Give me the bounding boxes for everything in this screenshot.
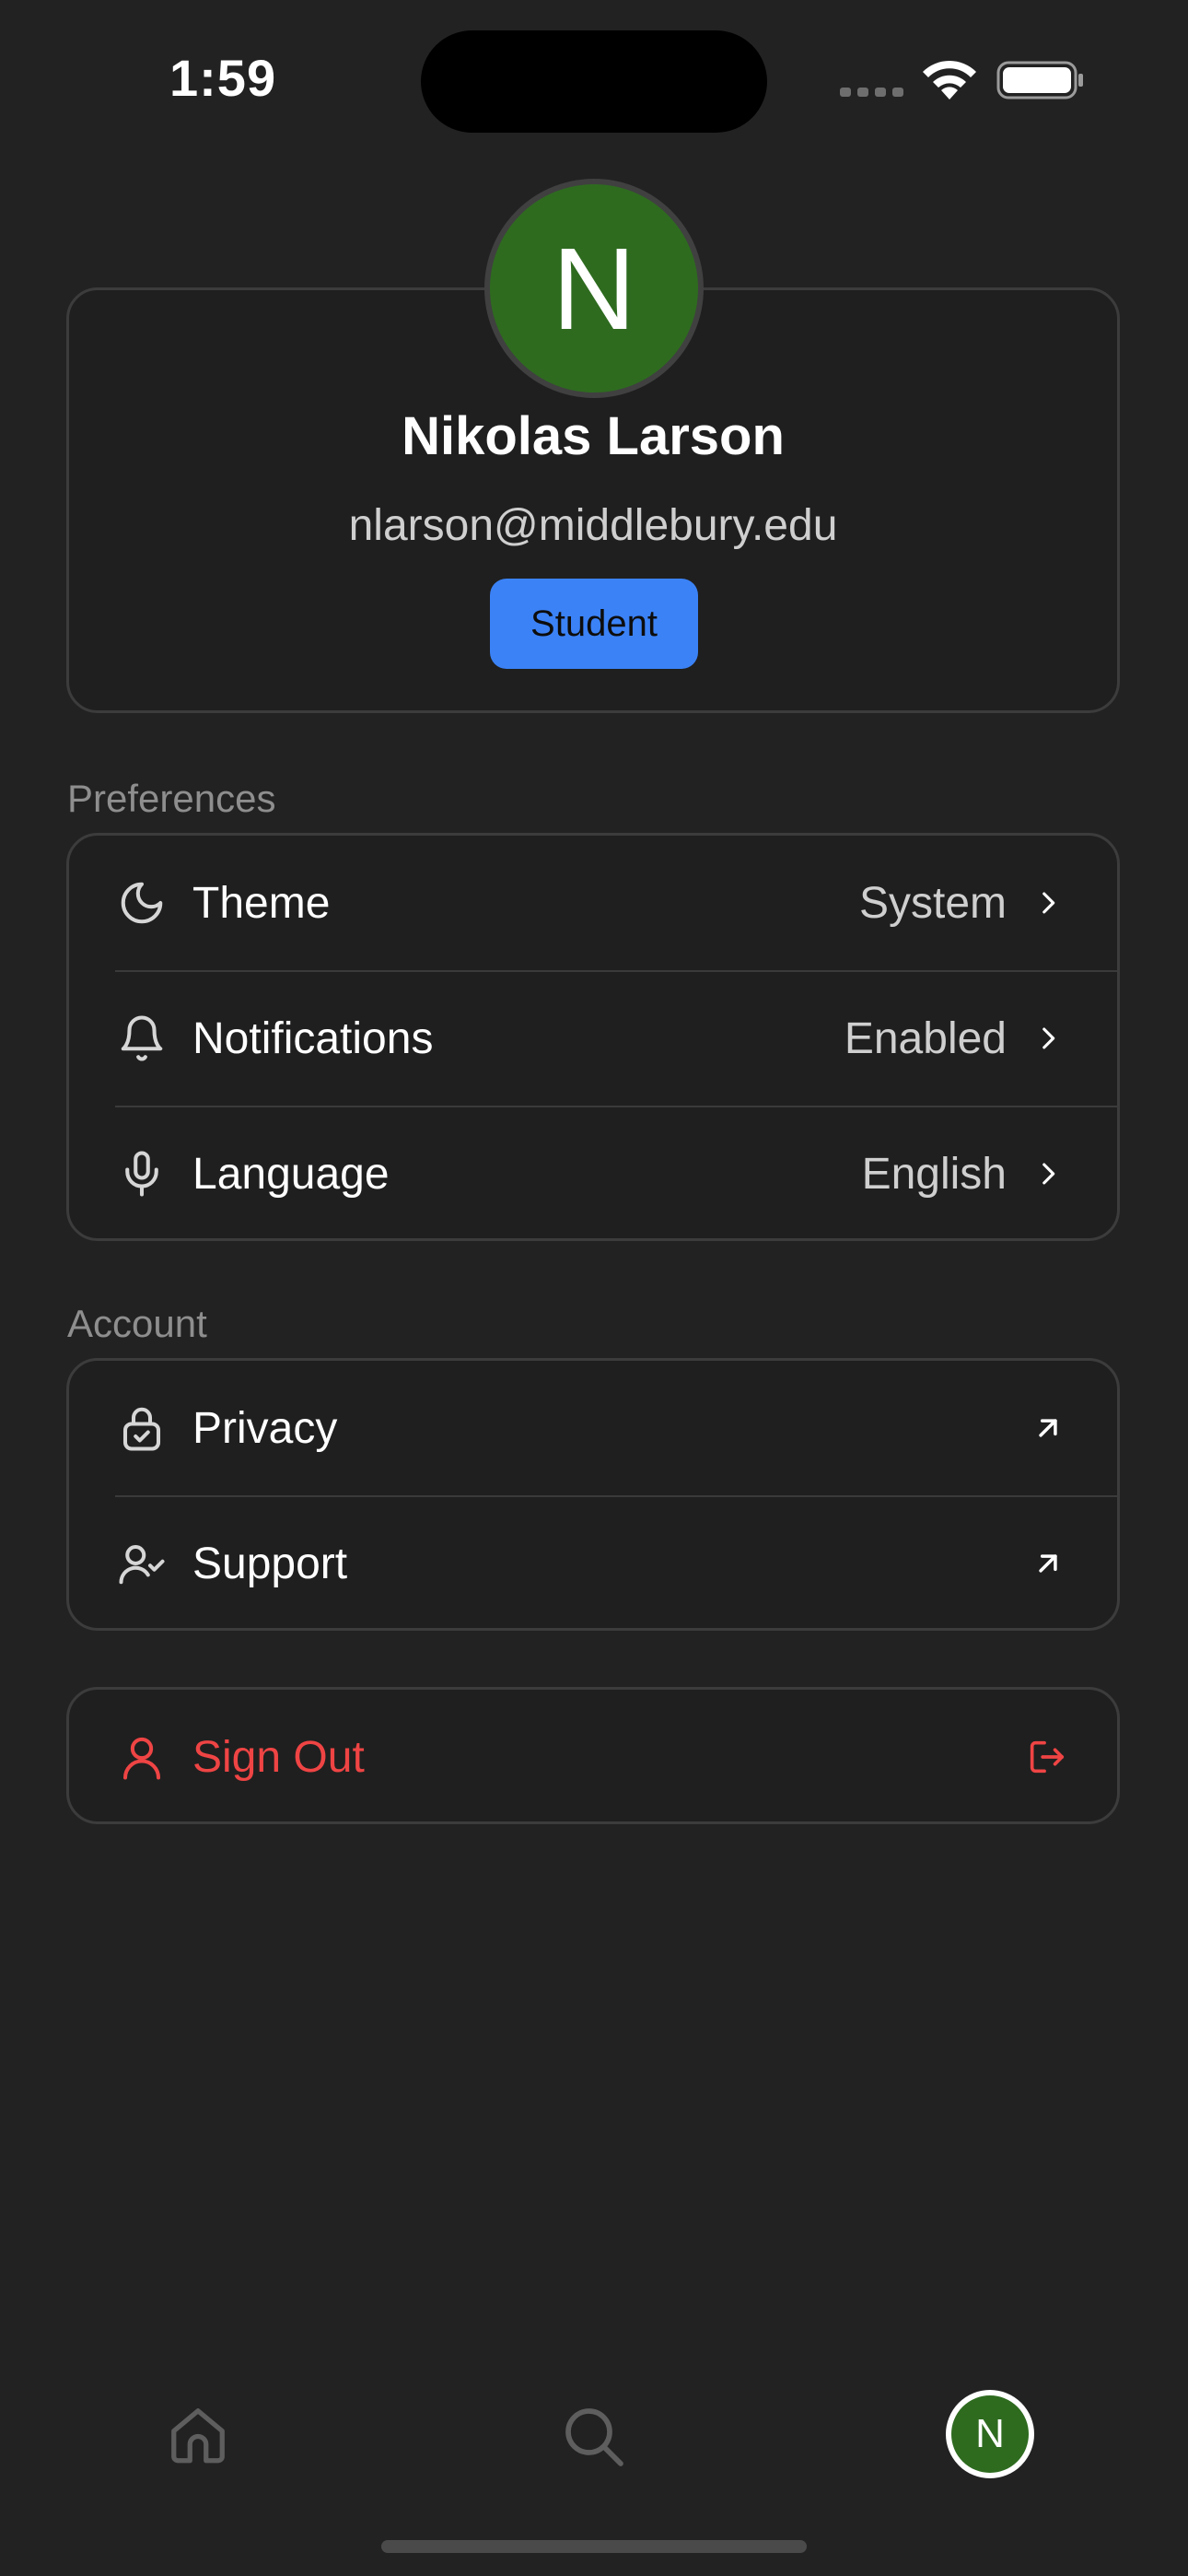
account-row-privacy[interactable]: Privacy	[69, 1361, 1117, 1496]
microphone-icon	[125, 1151, 158, 1197]
role-badge: Student	[490, 579, 698, 669]
language-label: Language	[192, 1150, 390, 1199]
moon-icon	[121, 882, 163, 924]
preferences-section-label: Preferences	[67, 777, 276, 820]
chevron-right-icon	[1042, 1027, 1055, 1049]
chevron-right-icon	[1042, 1163, 1055, 1185]
signal-icon	[840, 88, 903, 97]
user-check-icon	[119, 1544, 165, 1585]
chevron-right-icon	[1042, 892, 1055, 914]
bell-icon	[121, 1015, 163, 1061]
language-value: English	[861, 1150, 1007, 1199]
home-indicator	[381, 2540, 807, 2553]
preferences-row-notifications[interactable]: Notifications Enabled	[69, 971, 1117, 1107]
preferences-row-theme[interactable]: Theme System	[69, 836, 1117, 971]
account-section-label: Account	[67, 1302, 207, 1345]
notifications-value: Enabled	[844, 1014, 1007, 1063]
user-icon	[122, 1737, 161, 1780]
preferences-row-language[interactable]: Language English	[69, 1107, 1117, 1242]
sign-out-label: Sign Out	[192, 1733, 365, 1782]
preferences-card: Theme System Notifications Enabled Langu…	[66, 833, 1120, 1241]
support-label: Support	[192, 1540, 348, 1588]
tab-profile-avatar[interactable]: N	[946, 2390, 1034, 2478]
account-card: Privacy Support	[66, 1358, 1120, 1631]
battery-icon	[996, 61, 1083, 100]
avatar[interactable]: N	[484, 179, 704, 398]
external-link-icon	[1039, 1419, 1057, 1437]
notifications-label: Notifications	[192, 1014, 434, 1063]
home-icon[interactable]	[166, 2403, 230, 2467]
theme-value: System	[858, 879, 1007, 928]
logout-icon	[1030, 1740, 1065, 1774]
status-time: 1:59	[169, 49, 277, 107]
external-link-icon	[1039, 1554, 1057, 1573]
profile-email: nlarson@middlebury.edu	[348, 501, 838, 550]
dynamic-island	[421, 30, 767, 133]
profile-name: Nikolas Larson	[402, 406, 785, 466]
wifi-icon	[923, 60, 976, 100]
sign-out-button[interactable]: Sign Out	[66, 1687, 1120, 1824]
privacy-label: Privacy	[192, 1404, 338, 1453]
search-icon[interactable]	[560, 2403, 626, 2469]
account-row-support[interactable]: Support	[69, 1496, 1117, 1632]
lock-icon	[122, 1407, 161, 1451]
theme-label: Theme	[192, 879, 331, 928]
